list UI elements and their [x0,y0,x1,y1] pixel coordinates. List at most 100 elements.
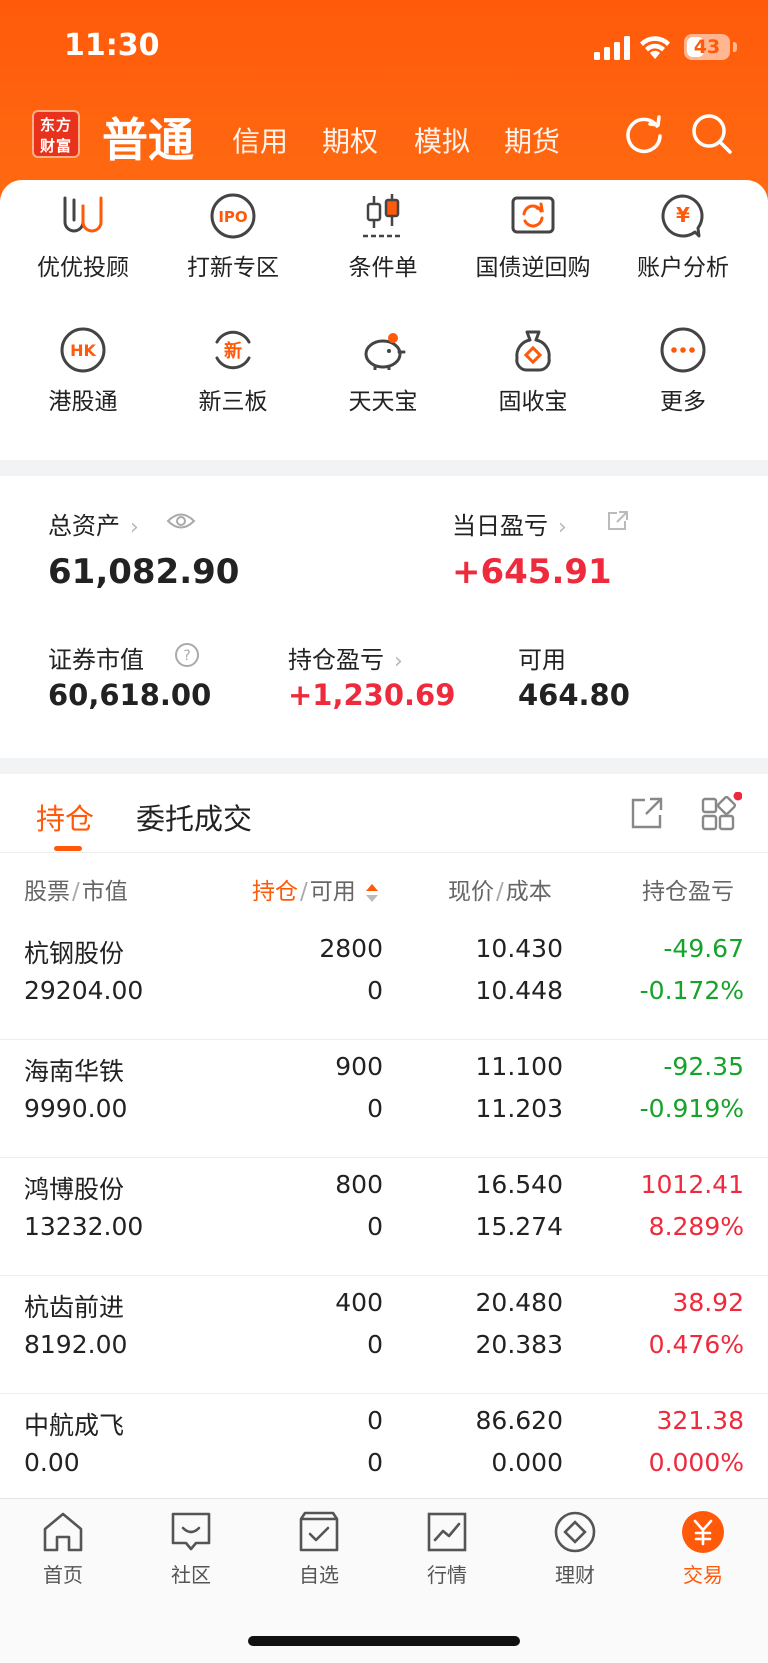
chevron-right-icon: › [558,515,567,540]
grid-settings-icon[interactable] [700,792,742,832]
nav-trade[interactable]: 交易 [648,1509,758,1588]
total-assets-label: 总资产 [48,512,120,540]
svg-text:新: 新 [224,340,242,362]
nav-wealth[interactable]: 理财 [520,1509,630,1588]
chevron-right-icon: › [130,515,139,540]
nav-community[interactable]: 社区 [136,1509,246,1588]
svg-text:HK: HK [70,341,96,360]
quick-menu: 优优投顾 IPO 打新专区 条件单 国债逆回购 ¥ 账户分析 HK 港股通 新 … [0,180,768,460]
col-header-holding[interactable]: 持仓/可用 [252,872,379,906]
market-value: 60,618.00 [48,678,212,712]
table-row[interactable]: 鸿博股份 13232.00 800 0 16.540 15.274 1012.41 8.289… [0,1158,768,1276]
new-board-icon: 新 [215,330,251,370]
quick-item-label: 天天宝 [348,389,418,415]
nav-label: 理财 [555,1563,595,1587]
repo-icon [511,196,555,234]
battery-tip [733,42,737,52]
market-icon [427,1512,467,1552]
available-label: 可用 [518,646,566,674]
trade-icon [682,1511,724,1553]
daily-pnl-value: +645.91 [452,552,612,592]
available-qty: 0 [367,1330,383,1359]
table-row[interactable]: 杭钢股份 29204.00 2800 0 10.430 10.448 -49.67 -0.17… [0,922,768,1040]
nav-market[interactable]: 行情 [392,1509,502,1588]
current-price: 20.480 [475,1288,563,1317]
nav-label: 社区 [171,1563,211,1587]
table-row[interactable]: 中航成飞 0.00 0 0 86.620 0.000 321.38 0.000% [0,1394,768,1498]
total-assets-link[interactable]: 总资产 › [48,506,139,541]
tab-orders-trades[interactable]: 委托成交 [136,796,252,838]
quick-item-label: 国债逆回购 [475,255,591,281]
cost-price: 10.448 [475,976,563,1005]
piggy-bank-icon [364,333,406,370]
quick-item-ipo[interactable]: IPO 打新专区 [158,192,308,282]
quick-item-reverse-repo[interactable]: 国债逆回购 [458,192,608,282]
refresh-icon[interactable] [622,112,666,156]
status-time: 11:30 [64,28,160,63]
home-indicator[interactable] [248,1636,520,1646]
quick-item-tiantianbao[interactable]: 天天宝 [308,326,458,416]
holding-pnl-pct: 0.000% [648,1448,744,1477]
col-header-pnl[interactable]: 持仓盈亏 [642,872,748,906]
nav-home[interactable]: 首页 [8,1509,118,1588]
export-icon[interactable] [630,796,664,830]
holding-pnl: 1012.41 [640,1170,744,1199]
tab-normal[interactable]: 普通 [102,104,194,170]
tab-simulation[interactable]: 模拟 [414,120,470,160]
tab-futures[interactable]: 期货 [504,120,560,160]
daily-pnl-label: 当日盈亏 [452,512,548,540]
nav-watchlist[interactable]: 自选 [264,1509,374,1588]
table-row[interactable]: 杭齿前进 8192.00 400 0 20.480 20.383 38.92 0.476% [0,1276,768,1394]
col-header-stock[interactable]: 股票/市值 [24,872,128,906]
home-icon [43,1512,83,1552]
current-price: 10.430 [475,934,563,963]
quick-item-new-third-board[interactable]: 新 新三板 [158,326,308,416]
quick-item-label: 更多 [660,389,706,415]
share-icon[interactable] [606,510,630,532]
header: 11:30 43 东方财富 普通 信用 期权 模拟 期货 [0,0,768,200]
holding-pnl-pct: 8.289% [648,1212,744,1241]
assets-card: 总资产 › 61,082.90 当日盈亏 › +645.91 证券市值 ? 60,6… [0,476,768,758]
current-price: 11.100 [475,1052,563,1081]
watchlist-icon [299,1511,339,1552]
quick-item-more[interactable]: 更多 [608,326,758,416]
col-market-value-label: 市值 [81,879,128,905]
stock-name: 中航成飞 [24,1411,125,1440]
quick-item-account-analysis[interactable]: ¥ 账户分析 [608,192,758,282]
holding-pnl-link[interactable]: 持仓盈亏 › [288,640,403,675]
holding-pnl: -49.67 [663,934,744,963]
cellular-signal-icon [594,36,630,60]
tab-options[interactable]: 期权 [322,120,378,160]
stock-name: 鸿博股份 [24,1175,125,1204]
available-qty: 0 [367,976,383,1005]
quick-item-label: 港股通 [48,389,118,415]
cost-price: 11.203 [475,1094,563,1123]
current-price: 86.620 [475,1406,563,1435]
table-row[interactable]: 海南华铁 9990.00 900 0 11.100 11.203 -92.35 -0.919% [0,1040,768,1158]
tab-credit[interactable]: 信用 [232,120,288,160]
cost-price: 15.274 [475,1212,563,1241]
available-qty: 0 [367,1212,383,1241]
search-icon[interactable] [690,112,734,156]
divider [0,852,768,853]
tab-holdings[interactable]: 持仓 [36,796,94,838]
available-qty: 0 [367,1448,383,1477]
app-logo: 东方财富 [32,110,80,158]
holding-qty: 0 [367,1406,383,1435]
available-qty: 0 [367,1094,383,1123]
market-value: 8192.00 [24,1330,128,1359]
quick-item-uu-advisor[interactable]: 优优投顾 [8,192,158,282]
eye-icon[interactable] [166,510,196,532]
daily-pnl-link[interactable]: 当日盈亏 › [452,506,567,541]
quick-item-gushoubao[interactable]: 固收宝 [458,326,608,416]
quick-item-hk-connect[interactable]: HK 港股通 [8,326,158,416]
uu-advisor-icon [63,196,103,233]
quick-item-conditional-order[interactable]: 条件单 [308,192,458,282]
col-header-price[interactable]: 现价/成本 [448,872,552,906]
holding-pnl: -92.35 [663,1052,744,1081]
stock-name: 海南华铁 [24,1057,125,1086]
help-icon[interactable]: ? [174,642,200,668]
quick-item-label: 条件单 [348,255,418,281]
community-icon [171,1512,211,1551]
col-available-label: 可用 [309,879,356,905]
